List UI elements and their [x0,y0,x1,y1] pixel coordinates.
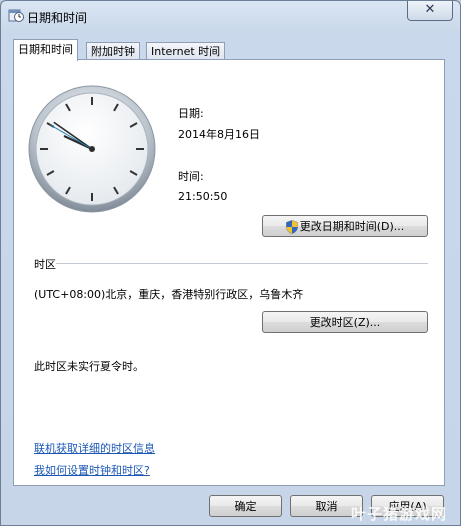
timezone-value: (UTC+08:00)北京，重庆，香港特别行政区，乌鲁木齐 [34,288,304,301]
watermark-logo: 叶子猪游戏网 [350,505,447,523]
timezone-section-label: 时区 [34,258,56,271]
date-time-icon [8,9,24,22]
time-label: 时间: [178,170,204,183]
change-timezone-button[interactable]: 更改时区(Z)... [262,311,428,333]
tab-additional-clocks[interactable]: 附加时钟 [86,42,140,60]
date-label: 日期: [178,107,204,120]
close-button[interactable]: ✕ [407,1,453,21]
ok-button[interactable]: 确定 [209,495,282,517]
tab-date-time[interactable]: 日期和时间 [13,39,78,61]
change-date-time-button[interactable]: 更改日期和时间(D)... [262,215,428,237]
uac-shield-icon [285,220,298,234]
time-value: 21:50:50 [178,190,228,203]
title-bar: 日期和时间 ✕ [1,1,460,31]
online-timezone-info-link[interactable]: 联机获取详细的时区信息 [34,440,155,456]
how-to-set-clock-link[interactable]: 我如何设置时钟和时区? [34,462,150,478]
window-title: 日期和时间 [27,11,88,25]
date-value: 2014年8月16日 [178,128,260,141]
tab-internet-time[interactable]: Internet 时间 [146,42,226,60]
dst-note: 此时区未实行夏令时。 [34,360,144,373]
timezone-divider [56,263,428,264]
date-time-dialog: 日期和时间 ✕ 日期和时间 附加时钟 Internet 时间 日期: 2014年… [0,0,461,526]
tab-panel: 日期: 2014年8月16日 时间: 21:50:50 更改日期和时间(D)..… [13,59,445,486]
analog-clock [27,84,157,214]
close-icon: ✕ [424,2,436,17]
